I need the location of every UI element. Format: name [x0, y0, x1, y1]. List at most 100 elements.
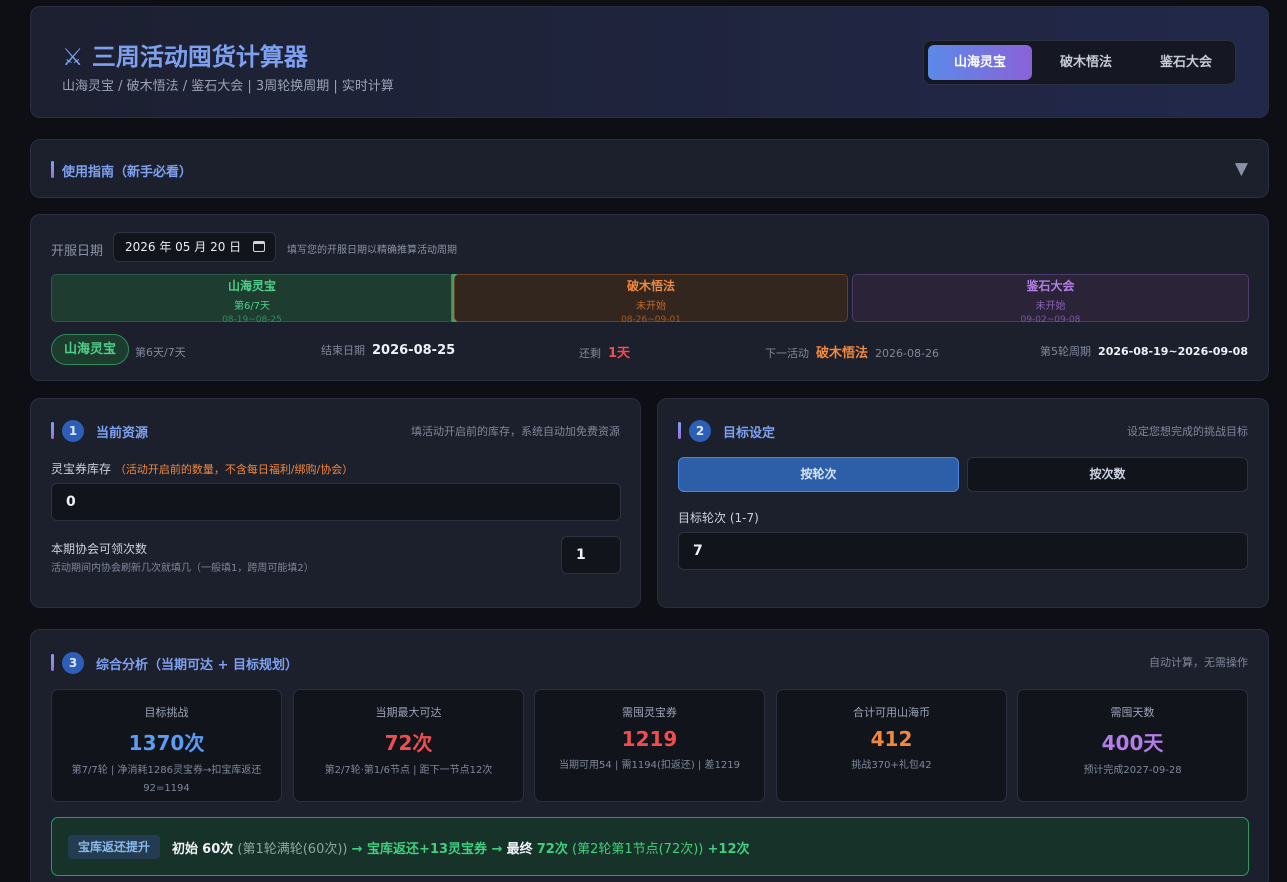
cycle-info: 第5轮周期 2026-08-19~2026-09-08	[1040, 343, 1248, 359]
header-card: ⚔ 三周活动囤货计算器 山海灵宝 / 破木悟法 / 鉴石大会 | 3周轮换周期 …	[30, 6, 1269, 118]
round-label: 目标轮次 (1-7)	[678, 511, 759, 525]
remaining-value: 1天	[608, 346, 631, 361]
guild-count-input[interactable]: 1	[561, 536, 621, 574]
stat-target-challenge: 目标挑战 1370次 第7/7轮 | 净消耗1286灵宝券→扣宝库返还92=11…	[51, 689, 282, 802]
remaining-info: 还剩 1天	[579, 342, 630, 361]
stat-sub: 当期可用54 | 需1194(扣返还) | 差1219	[559, 760, 740, 771]
stat-label: 目标挑战	[144, 706, 189, 719]
flow-final-note: (第2轮第1节点(72次))	[572, 842, 704, 857]
remaining-label: 还剩	[579, 347, 601, 360]
stat-label: 需囤灵宝券	[622, 706, 677, 719]
page-title: ⚔ 三周活动囤货计算器	[62, 43, 308, 71]
stat-value: 400天	[1101, 731, 1164, 755]
next-activity-info: 下一活动 破木悟法 2026-08-26	[765, 342, 939, 361]
guild-note: 活动期间内协会刷新几次就填几（一般填1，跨周可能填2）	[51, 563, 314, 574]
stat-sub: 挑战370+礼包42	[851, 760, 932, 771]
end-date-info: 结束日期 2026-08-25	[321, 342, 455, 358]
timeline-name: 鉴石大会	[1026, 279, 1075, 293]
open-date-input[interactable]: 2026 年 05 月 20 日	[113, 232, 276, 262]
stat-tickets-needed: 需囤灵宝券 1219 当期可用54 | 需1194(扣返还) | 差1219	[534, 689, 765, 802]
chevron-down-icon[interactable]: ▼	[1235, 159, 1248, 179]
stock-note: （活动开启前的数量，不含每日福利/绑购/协会）	[114, 463, 354, 476]
section-hint: 设定您想完成的挑战目标	[1127, 425, 1248, 438]
stat-value: 1219	[621, 727, 678, 751]
timeline-name: 破木悟法	[626, 279, 675, 293]
section-hint: 填活动开启前的库存，系统自动加免费资源	[411, 425, 620, 438]
target-card: 2 目标设定 设定您想完成的挑战目标 按轮次 按次数 目标轮次 (1-7) 7	[657, 398, 1269, 608]
timeline-range: 09-02~09-08	[1020, 315, 1081, 325]
mode-count-button[interactable]: 按次数	[967, 457, 1248, 492]
section-title: 综合分析（当期可达 + 目标规划）	[96, 658, 298, 673]
stat-sub: 预计完成2027-09-28	[1083, 765, 1182, 776]
stat-days-needed: 需囤天数 400天 预计完成2027-09-28	[1017, 689, 1248, 802]
next-activity-date: 2026-08-26	[875, 347, 939, 360]
resources-card: 1 当前资源 填活动开启前的库存，系统自动加免费资源 灵宝券库存 （活动开启前的…	[30, 398, 641, 608]
vault-return-badge: 宝库返还提升	[68, 835, 160, 859]
flow-initial-note: (第1轮满轮(60次))	[237, 842, 348, 857]
timeline-jianshi: 鉴石大会 未开始 09-02~09-08	[852, 274, 1249, 325]
flow-initial-value: 60次	[202, 842, 234, 857]
guide-toggle[interactable]: 使用指南（新手必看） ▼	[30, 139, 1269, 198]
stat-value: 412	[870, 727, 913, 751]
day-progress: 第6天/7天	[135, 346, 186, 359]
tab-pomu[interactable]: 破木悟法	[1036, 45, 1136, 80]
stat-max-reachable: 当期最大可达 72次 第2/7轮·第1/6节点 | 距下一节点12次	[293, 689, 524, 802]
accent-bar	[51, 654, 54, 671]
step-badge: 1	[62, 420, 84, 442]
timeline-name: 山海灵宝	[227, 279, 276, 293]
timeline-shanhai: 山海灵宝 第6/7天 08-19~08-25	[51, 274, 453, 325]
section-title: 目标设定	[723, 426, 776, 441]
flow-initial-label: 初始	[172, 842, 199, 857]
step-badge: 2	[689, 420, 711, 442]
stat-value: 1370次	[128, 731, 205, 755]
stat-label: 当期最大可达	[375, 706, 442, 719]
stat-label: 合计可用山海币	[853, 706, 930, 719]
cycle-value: 2026-08-19~2026-09-08	[1098, 345, 1248, 358]
page-subtitle: 山海灵宝 / 破木悟法 / 鉴石大会 | 3周轮换周期 | 实时计算	[62, 79, 394, 94]
schedule-card: 开服日期 2026 年 05 月 20 日 填写您的开服日期以精确推算活动周期 …	[30, 214, 1269, 381]
current-activity-badge: 山海灵宝	[51, 334, 129, 365]
timeline-range: 08-26~09-01	[621, 315, 681, 325]
stock-label-row: 灵宝券库存 （活动开启前的数量，不含每日福利/绑购/协会）	[51, 460, 353, 477]
stock-input[interactable]: 0	[51, 483, 621, 521]
round-input[interactable]: 7	[678, 532, 1248, 570]
guide-title: 使用指南（新手必看）	[62, 165, 193, 180]
stat-label: 需囤天数	[1110, 706, 1155, 719]
guild-label: 本期协会可领次数	[51, 542, 148, 556]
end-date-value: 2026-08-25	[372, 343, 456, 358]
open-date-value: 2026 年 05 月 20 日	[125, 240, 242, 254]
timeline-range: 08-19~08-25	[222, 315, 282, 325]
timeline-pomu: 破木悟法 未开始 08-26~09-01	[454, 274, 848, 325]
accent-bar	[51, 161, 54, 178]
open-date-hint: 填写您的开服日期以精确推算活动周期	[287, 245, 457, 256]
flow-gain: +12次	[707, 842, 750, 857]
next-activity-label: 下一活动	[765, 347, 809, 360]
flow-final-label: 最终	[506, 842, 533, 857]
analysis-card: 3 综合分析（当期可达 + 目标规划） 自动计算，无需操作 目标挑战 1370次…	[30, 629, 1269, 882]
timeline-status: 第6/7天	[233, 301, 271, 312]
vault-return-banner: 宝库返还提升 初始 60次 (第1轮满轮(60次)) → 宝库返还+13灵宝券 …	[51, 817, 1249, 876]
section-title: 当前资源	[96, 426, 149, 441]
end-date-label: 结束日期	[321, 344, 365, 357]
timeline-status: 未开始	[636, 301, 666, 312]
section-hint: 自动计算，无需操作	[1149, 656, 1248, 669]
activity-tabs: 山海灵宝 破木悟法 鉴石大会	[923, 40, 1236, 85]
cycle-label: 第5轮周期	[1040, 345, 1092, 358]
flow-final-value: 72次	[536, 842, 568, 857]
stat-coins-available: 合计可用山海币 412 挑战370+礼包42	[776, 689, 1007, 802]
flow-return: → 宝库返还+13灵宝券 →	[351, 842, 503, 857]
vault-return-flow: 初始 60次 (第1轮满轮(60次)) → 宝库返还+13灵宝券 → 最终 72…	[172, 838, 750, 857]
mode-round-button[interactable]: 按轮次	[678, 457, 959, 492]
open-date-label: 开服日期	[51, 244, 104, 259]
accent-bar	[678, 422, 681, 439]
step-badge: 3	[62, 652, 84, 674]
accent-bar	[51, 422, 54, 439]
calendar-icon[interactable]	[253, 241, 265, 252]
tab-shanhai[interactable]: 山海灵宝	[928, 45, 1032, 80]
stock-label: 灵宝券库存	[51, 462, 112, 476]
stat-value: 72次	[384, 731, 433, 755]
stat-sub: 第2/7轮·第1/6节点 | 距下一节点12次	[324, 765, 493, 776]
timeline-status: 未开始	[1035, 301, 1066, 312]
stat-sub: 第7/7轮 | 净消耗1286灵宝券→扣宝库返还92=1194	[71, 765, 262, 794]
tab-jianshi[interactable]: 鉴石大会	[1136, 45, 1236, 80]
